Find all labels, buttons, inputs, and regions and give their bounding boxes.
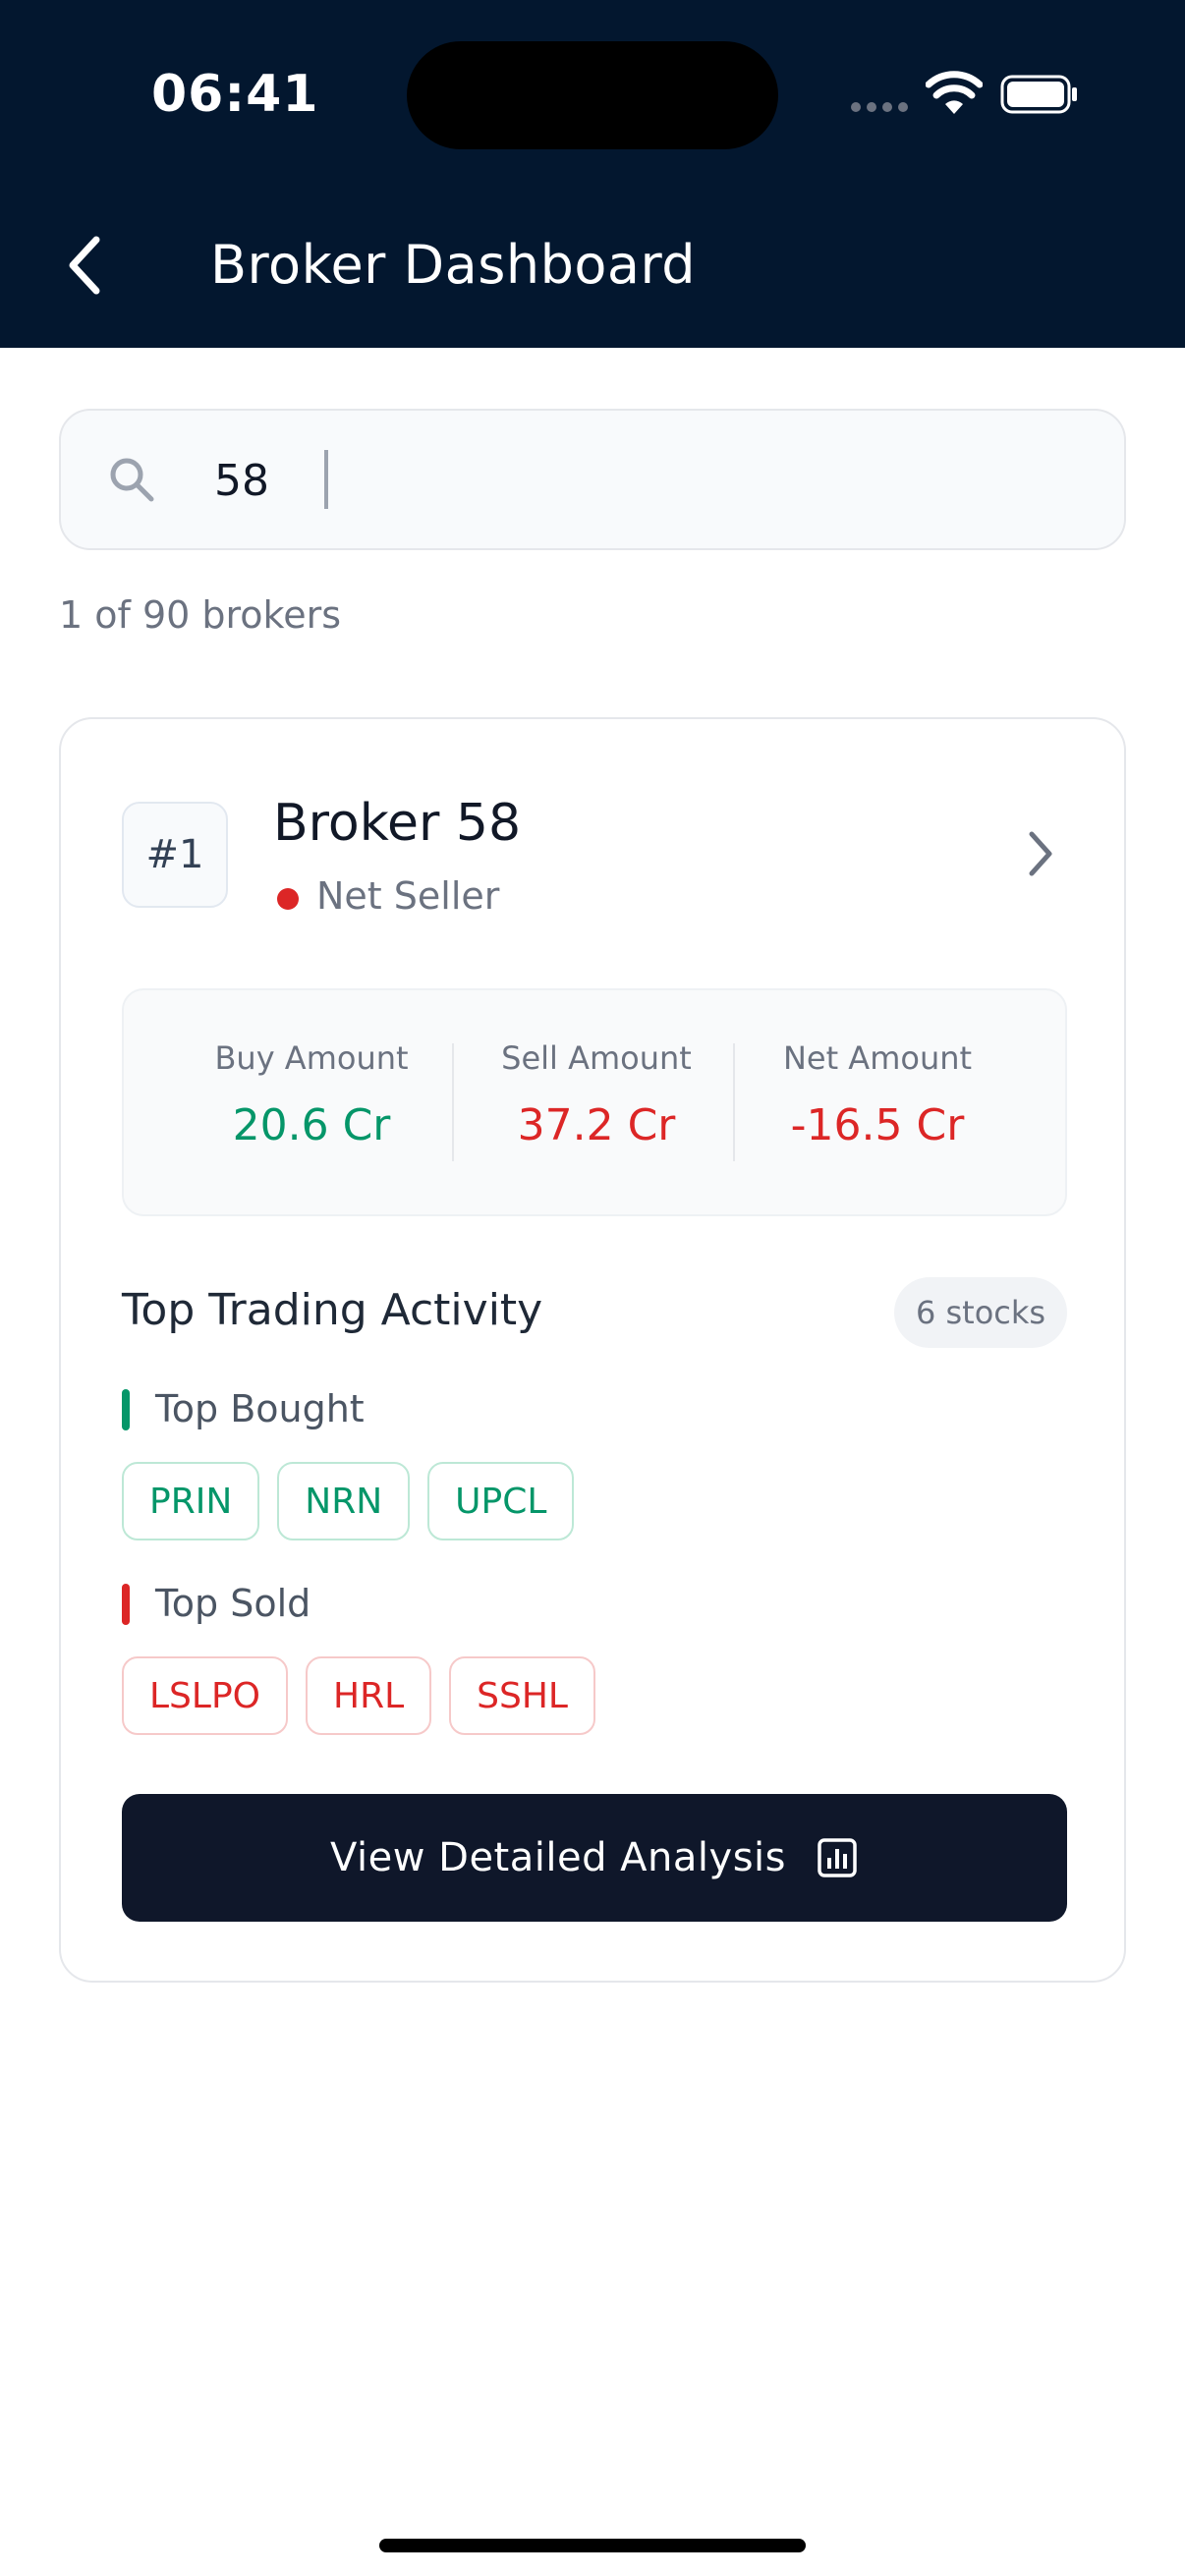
wifi-icon <box>926 71 983 114</box>
stock-chip-bought[interactable]: PRIN <box>122 1462 260 1540</box>
divider <box>452 1043 454 1161</box>
divider <box>733 1043 735 1161</box>
search-icon <box>110 458 154 502</box>
top-sold-label: Top Sold <box>155 1582 311 1625</box>
open-broker-button[interactable] <box>1014 827 1067 880</box>
page-title: Broker Dashboard <box>210 234 696 296</box>
stock-chip-bought[interactable]: NRN <box>277 1462 411 1540</box>
status-time: 06:41 <box>151 65 319 124</box>
stock-chip-sold[interactable]: HRL <box>306 1656 432 1735</box>
back-button[interactable] <box>55 226 114 305</box>
search-input[interactable] <box>214 446 1079 515</box>
stock-count-badge: 6 stocks <box>894 1277 1067 1348</box>
status-dot <box>277 888 299 910</box>
stat-value: -16.5 Cr <box>790 1100 965 1150</box>
home-indicator[interactable] <box>379 2539 806 2552</box>
app-header: 06:41 Broker Dashboard <box>0 0 1185 348</box>
search-box[interactable] <box>59 409 1126 550</box>
dynamic-island <box>407 41 778 149</box>
stat-label: Net Amount <box>782 1039 973 1077</box>
result-count: 1 of 90 brokers <box>59 593 342 637</box>
chevron-left-icon <box>69 236 100 295</box>
stock-chip-bought[interactable]: UPCL <box>427 1462 575 1540</box>
bought-marker <box>122 1389 130 1430</box>
battery-icon <box>1000 75 1077 114</box>
broker-name: Broker 58 <box>273 794 522 853</box>
stat-label: Buy Amount <box>214 1039 409 1077</box>
stat-value: 20.6 Cr <box>232 1100 391 1150</box>
sell-amount-stat: Sell Amount 37.2 Cr <box>456 1039 737 1150</box>
amount-summary: Buy Amount 20.6 Cr Sell Amount 37.2 Cr N… <box>122 988 1067 1216</box>
top-bought-label: Top Bought <box>155 1387 365 1430</box>
chevron-right-icon <box>1029 831 1052 876</box>
button-label: View Detailed Analysis <box>330 1835 786 1880</box>
cellular-signal-icon <box>851 102 908 116</box>
stock-chip-sold[interactable]: SSHL <box>449 1656 595 1735</box>
bar-chart-icon <box>818 1838 857 1877</box>
broker-card[interactable]: #1 Broker 58 Net Seller Buy Amount 20.6 … <box>59 717 1126 1983</box>
text-caret <box>324 450 328 509</box>
broker-status: Net Seller <box>316 874 500 918</box>
top-bought-chips: PRIN NRN UPCL <box>122 1462 575 1540</box>
view-detailed-analysis-button[interactable]: View Detailed Analysis <box>122 1794 1067 1922</box>
stock-chip-sold[interactable]: LSLPO <box>122 1656 289 1735</box>
top-sold-chips: LSLPO HRL SSHL <box>122 1656 595 1735</box>
buy-amount-stat: Buy Amount 20.6 Cr <box>171 1039 452 1150</box>
net-amount-stat: Net Amount -16.5 Cr <box>737 1039 1018 1150</box>
stat-value: 37.2 Cr <box>517 1100 676 1150</box>
stat-label: Sell Amount <box>501 1039 692 1077</box>
rank-badge: #1 <box>122 802 228 908</box>
sold-marker <box>122 1584 130 1625</box>
section-title: Top Trading Activity <box>122 1285 543 1335</box>
